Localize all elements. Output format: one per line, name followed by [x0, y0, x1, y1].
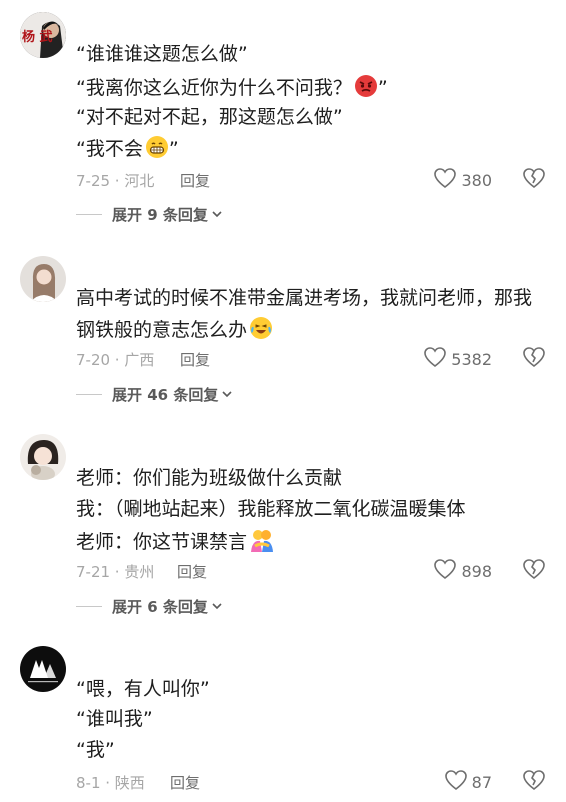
expand-replies-label: 展开 9 条回复 [112, 206, 208, 224]
comment-text-line: “喂，有人叫你” [76, 678, 210, 700]
grinning-face-emoji-icon [145, 135, 169, 165]
comment-date-location: 7-25 · 河北 [76, 172, 155, 190]
crying-laughing-emoji-icon [249, 316, 273, 346]
dislike-button[interactable] [522, 769, 546, 795]
comment-text-line: “对不起对不起，那这题怎么做” [76, 106, 343, 128]
comment-text-line: 钢铁般的意志怎么办 [76, 316, 273, 346]
like-count: 87 [471, 772, 492, 792]
expand-replies-label: 展开 6 条回复 [112, 598, 208, 616]
heart-icon [444, 769, 468, 795]
chevron-down-icon [211, 598, 223, 616]
comment-text-line: “我” [76, 739, 115, 761]
comment-text-line: “我不会” [76, 135, 179, 165]
reply-button[interactable]: 回复 [180, 170, 210, 191]
expand-replies-label: 展开 46 条回复 [112, 386, 219, 404]
broken-heart-icon [522, 347, 546, 372]
expand-replies-button[interactable]: 展开 9 条回复 [76, 204, 223, 225]
chevron-down-icon [221, 386, 233, 404]
broken-heart-icon [522, 770, 546, 795]
divider [76, 394, 102, 395]
comment-date-location: 7-21 · 贵州 [76, 563, 155, 581]
divider [76, 606, 102, 607]
angry-face-emoji-icon [354, 74, 378, 104]
like-button[interactable]: 380 [433, 167, 492, 193]
avatar[interactable] [20, 646, 66, 692]
dislike-button[interactable] [522, 346, 546, 372]
avatar-signature: 杨 武 [22, 30, 53, 45]
comment-date-location: 8-1 · 陕西 [76, 774, 145, 792]
dislike-button[interactable] [522, 167, 546, 193]
comment-text-line: 我：（唰地站起来）我能释放二氧化碳温暖集体 [76, 498, 466, 520]
heart-icon [433, 167, 457, 193]
like-button[interactable]: 87 [444, 769, 492, 795]
comment-text-line: 老师：你这节课禁言 [76, 528, 275, 558]
like-button[interactable]: 898 [433, 558, 492, 584]
comment-text-line: “谁谁谁这题怎么做” [76, 43, 248, 65]
reply-button[interactable]: 回复 [170, 772, 200, 793]
like-button[interactable]: 5382 [423, 346, 492, 372]
heart-icon [433, 558, 457, 584]
reply-button[interactable]: 回复 [177, 561, 207, 582]
expand-replies-button[interactable]: 展开 46 条回复 [76, 384, 233, 405]
heart-icon [423, 346, 447, 372]
avatar[interactable] [20, 434, 66, 480]
comment-text-line: “我离你这么近你为什么不问我？” [76, 74, 388, 104]
comment-text-line: 老师：你们能为班级做什么贡献 [76, 467, 343, 489]
people-hugging-emoji-icon [249, 528, 275, 558]
comment-date-location: 7-20 · 广西 [76, 351, 155, 369]
reply-button[interactable]: 回复 [180, 349, 210, 370]
like-count: 5382 [451, 349, 492, 369]
divider [76, 214, 102, 215]
avatar[interactable] [20, 256, 66, 302]
broken-heart-icon [522, 168, 546, 193]
comment-text-line: 高中考试的时候不准带金属进考场，我就问老师，那我 [76, 287, 533, 309]
avatar[interactable]: 杨 武 [20, 12, 66, 58]
comment-text-line: “谁叫我” [76, 708, 153, 730]
broken-heart-icon [522, 559, 546, 584]
like-count: 898 [461, 561, 492, 581]
like-count: 380 [461, 170, 492, 190]
chevron-down-icon [211, 206, 223, 224]
expand-replies-button[interactable]: 展开 6 条回复 [76, 596, 223, 617]
dislike-button[interactable] [522, 558, 546, 584]
